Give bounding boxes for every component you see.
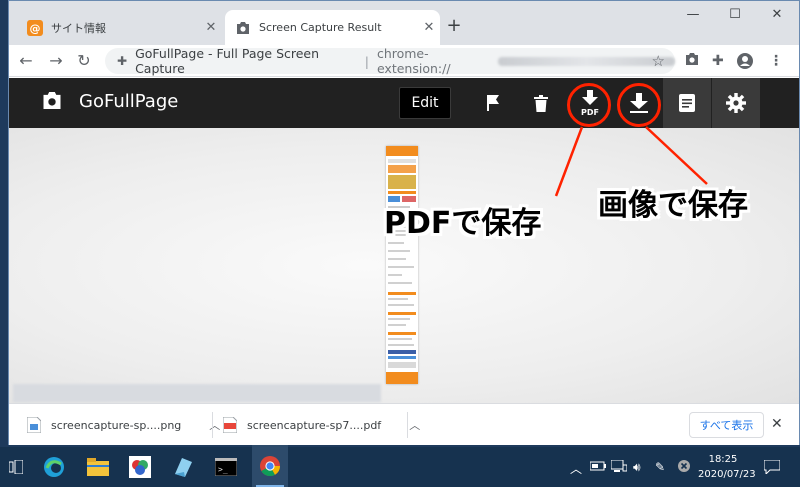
clock-time: 18:25 [708, 454, 738, 465]
chevron-up-icon[interactable]: ︿ [570, 460, 582, 477]
taskbar-clock[interactable]: 18:25 2020/07/23 [698, 452, 756, 482]
network-icon[interactable] [610, 459, 628, 476]
pdf-callout-line [554, 126, 584, 197]
file-explorer-icon[interactable] [84, 453, 112, 481]
chrome-icon [260, 456, 281, 477]
volume-icon[interactable]: 🔊︎ [633, 460, 641, 475]
pen-icon[interactable]: ✎ [655, 460, 665, 474]
windows-taskbar: >_ ︿ 🔊︎ ✎ [0, 447, 800, 487]
battery-icon[interactable] [589, 460, 606, 474]
notes-app-icon[interactable] [169, 453, 197, 481]
app-icon-ntsc[interactable] [126, 453, 154, 481]
callout-arrows [554, 126, 708, 197]
svg-text:>_: >_ [218, 465, 228, 474]
chrome-taskbar-button[interactable] [252, 445, 288, 487]
edge-icon[interactable] [40, 453, 68, 481]
terminal-icon[interactable]: >_ [212, 453, 240, 481]
notification-icon[interactable] [763, 459, 781, 477]
status-x-icon[interactable] [678, 460, 690, 475]
image-save-callout: 画像で保存 [598, 188, 748, 223]
clock-date: 2020/07/23 [698, 469, 756, 480]
pdf-save-callout: PDFで保存 [384, 206, 542, 241]
task-view-icon[interactable] [2, 453, 30, 481]
image-callout-line [645, 126, 708, 185]
